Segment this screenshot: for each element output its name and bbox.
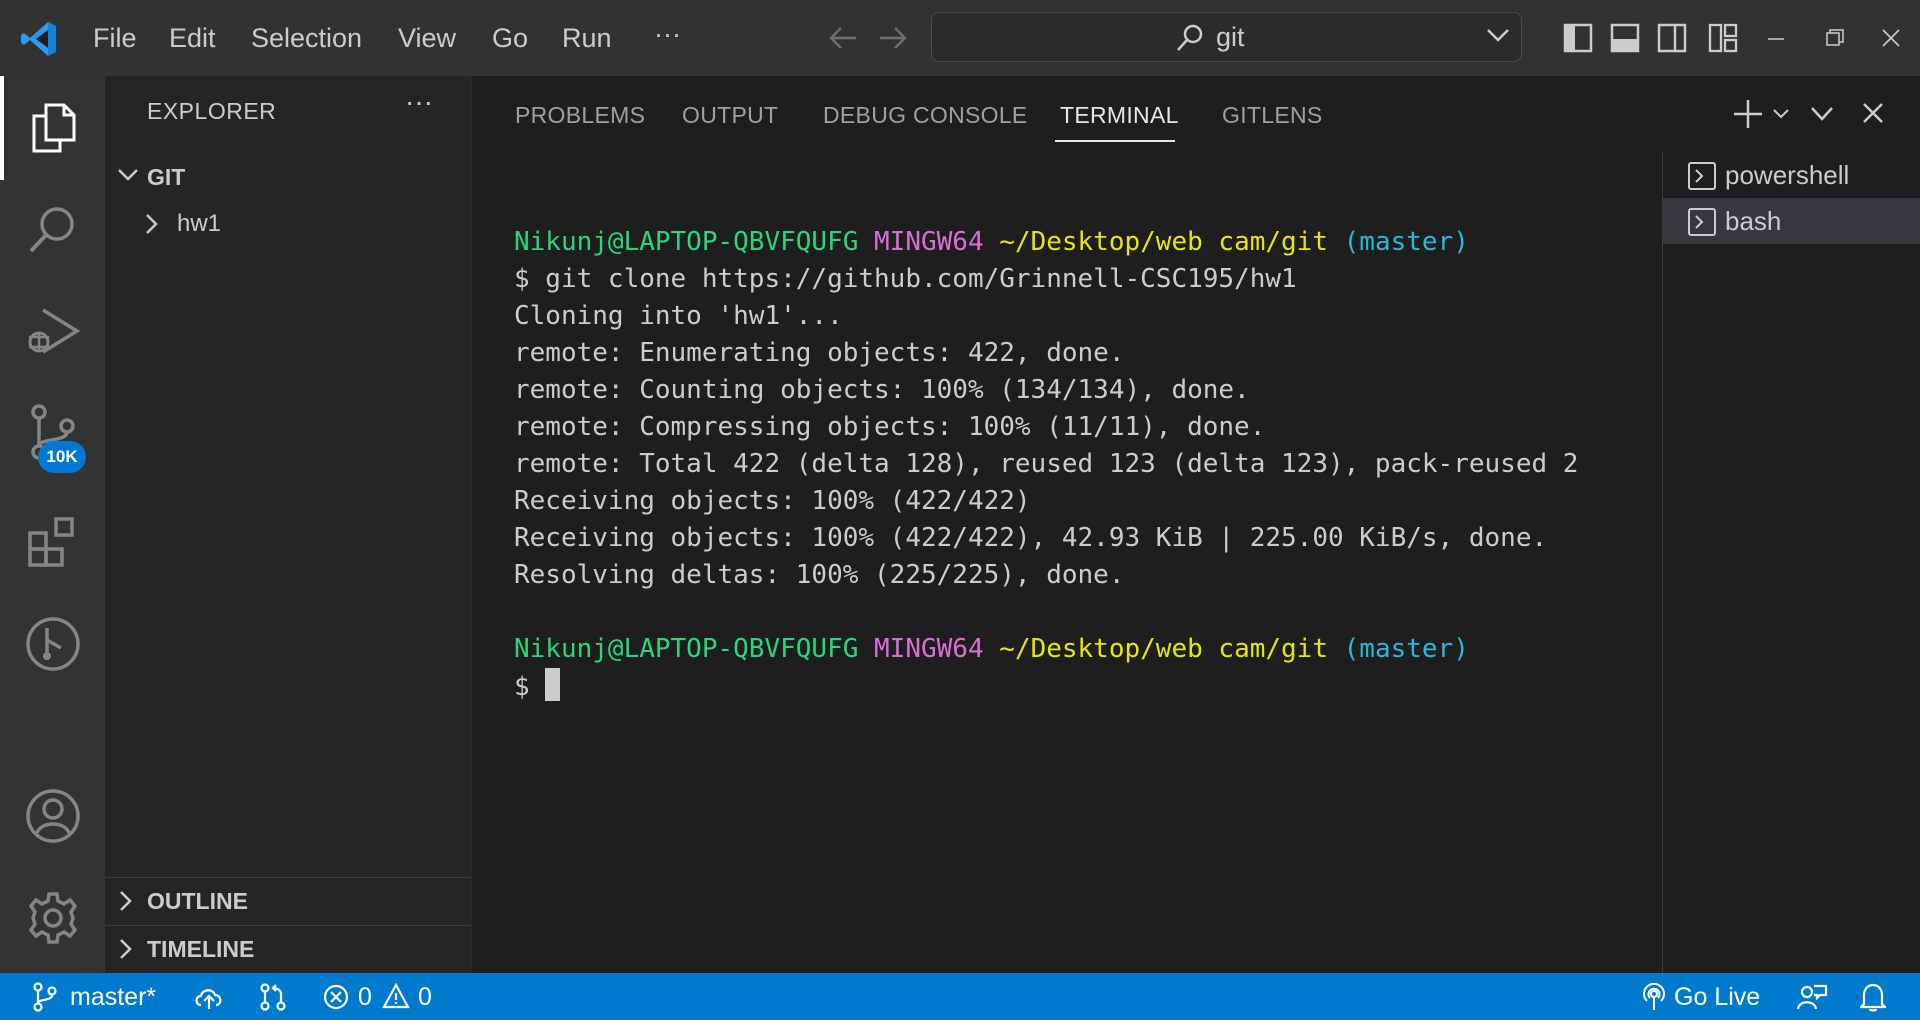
chevron-down-icon [117,168,139,182]
chevron-right-icon [119,938,133,960]
menu-selection[interactable]: Selection [251,18,362,58]
new-terminal-plus-icon[interactable] [1732,98,1764,130]
status-bar: master* 0 0 Go Live [0,973,1920,1020]
output-line: remote: Compressing objects: 100% (11/11… [514,412,1266,442]
broadcast-icon [1640,982,1668,1012]
search-icon [1175,23,1205,53]
explorer-more-button[interactable]: ··· [405,86,433,118]
prompt-path: ~/Desktop/web cam/git [999,634,1328,664]
warning-icon [382,983,410,1009]
output-line: Receiving objects: 100% (422/422) [514,486,1031,516]
menu-run[interactable]: Run [562,18,612,58]
close-panel-icon[interactable] [1862,102,1884,124]
restore-icon[interactable] [1826,29,1844,47]
menu-go[interactable]: Go [492,18,528,58]
settings-gear-icon[interactable] [0,878,105,958]
account-icon[interactable] [0,776,105,856]
branch-name: master* [70,983,157,1011]
timeline-section-header[interactable]: TIMELINE [105,925,471,973]
root-folder-label: GIT [147,164,186,190]
prompt-line: Nikunj@LAPTOP-QBVFQUFG MINGW64 ~/Desktop… [514,631,1469,668]
output-line: remote: Counting objects: 100% (134/134)… [514,375,1250,405]
terminal-cursor [545,668,561,701]
panel: PROBLEMS OUTPUT DEBUG CONSOLE TERMINAL G… [471,76,1920,973]
minimize-icon[interactable] [1768,37,1784,41]
sidebar-title: EXPLORER [147,98,277,124]
prompt-env: MINGW64 [874,227,984,257]
title-bar: File Edit Selection View Go Run ··· git [0,0,1920,76]
go-live-label: Go Live [1674,983,1761,1011]
forward-arrow-icon[interactable] [878,24,908,52]
terminal-item-label: bash [1725,206,1782,236]
command-line: $ git clone https://github.com/Grinnell-… [514,264,1297,294]
back-arrow-icon[interactable] [828,24,858,52]
output-line: remote: Enumerating objects: 422, done. [514,338,1125,368]
toggle-secondary-sidebar-icon[interactable] [1657,23,1687,53]
tree-item-hw1[interactable]: hw1 [105,205,471,245]
branch-status-item[interactable]: master* [0,973,165,1020]
tree-item-label: hw1 [177,210,222,237]
input-line[interactable]: $ [514,668,561,706]
outline-label: OUTLINE [147,888,248,914]
terminal-icon [1687,161,1717,191]
terminal-item-powershell[interactable]: powershell [1663,152,1920,198]
menu-file[interactable]: File [93,18,137,58]
git-graph-icon[interactable] [258,982,288,1012]
menu-view[interactable]: View [398,18,456,58]
explorer-icon[interactable] [0,88,105,168]
search-icon[interactable] [0,190,105,270]
output-line: Receiving objects: 100% (422/422), 42.93… [514,523,1548,553]
feedback-icon[interactable] [1796,982,1828,1012]
warning-count: 0 [418,983,432,1011]
search-value: git [1216,22,1245,52]
root-folder-row[interactable]: GIT [105,158,471,198]
terminal-list: powershell bash [1662,152,1920,973]
git-branch-icon [32,982,58,1012]
vscode-logo-icon [20,20,58,58]
prompt-branch: (master) [1343,634,1469,664]
prompt-line: Nikunj@LAPTOP-QBVFQUFG MINGW64 ~/Desktop… [514,224,1469,261]
activity-bar: 10K [0,76,105,973]
menu-more-button[interactable]: ··· [654,14,681,54]
prompt-env: MINGW64 [874,634,984,664]
close-window-icon[interactable] [1882,29,1900,47]
prompt-branch: (master) [1343,227,1469,257]
error-count: 0 [358,983,372,1011]
prompt-user: Nikunj@LAPTOP-QBVFQUFG [514,227,859,257]
cloud-sync-icon[interactable] [193,983,225,1011]
gitlens-icon[interactable] [0,604,105,684]
chevron-right-icon [145,213,159,235]
terminal-item-label: powershell [1725,160,1850,190]
command-center-search[interactable]: git [931,12,1522,62]
toggle-primary-sidebar-icon[interactable] [1563,23,1593,53]
source-control-badge: 10K [38,441,86,473]
terminal-dropdown-chevron-icon[interactable] [1772,108,1790,120]
output-line: remote: Total 422 (delta 128), reused 12… [514,449,1579,479]
extensions-icon[interactable] [0,502,105,582]
terminal-icon [1687,207,1717,237]
maximize-panel-chevron-icon[interactable] [1810,106,1834,122]
chevron-right-icon [119,890,133,912]
output-line: Cloning into 'hw1'... [514,301,843,331]
customize-layout-icon[interactable] [1708,23,1738,53]
prompt-symbol: $ [514,672,530,702]
chevron-down-icon[interactable] [1486,27,1510,43]
output-line: Resolving deltas: 100% (225/225), done. [514,560,1125,590]
toggle-panel-icon[interactable] [1610,23,1640,53]
run-debug-icon[interactable] [0,292,105,372]
terminal-item-bash[interactable]: bash [1663,198,1920,244]
terminal-view[interactable]: Nikunj@LAPTOP-QBVFQUFG MINGW64 ~/Desktop… [472,76,1662,973]
go-live-button[interactable]: Go Live [1630,973,1770,1020]
error-icon [323,984,349,1010]
menu-edit[interactable]: Edit [169,18,216,58]
problems-status-item[interactable]: 0 0 [320,973,435,1020]
notifications-bell-icon[interactable] [1860,982,1886,1012]
outline-section-header[interactable]: OUTLINE [105,877,471,925]
prompt-path: ~/Desktop/web cam/git [999,227,1328,257]
prompt-user: Nikunj@LAPTOP-QBVFQUFG [514,634,859,664]
explorer-sidebar: EXPLORER ··· GIT hw1 OUTLINE TIMELINE [105,76,471,973]
timeline-label: TIMELINE [147,936,255,962]
